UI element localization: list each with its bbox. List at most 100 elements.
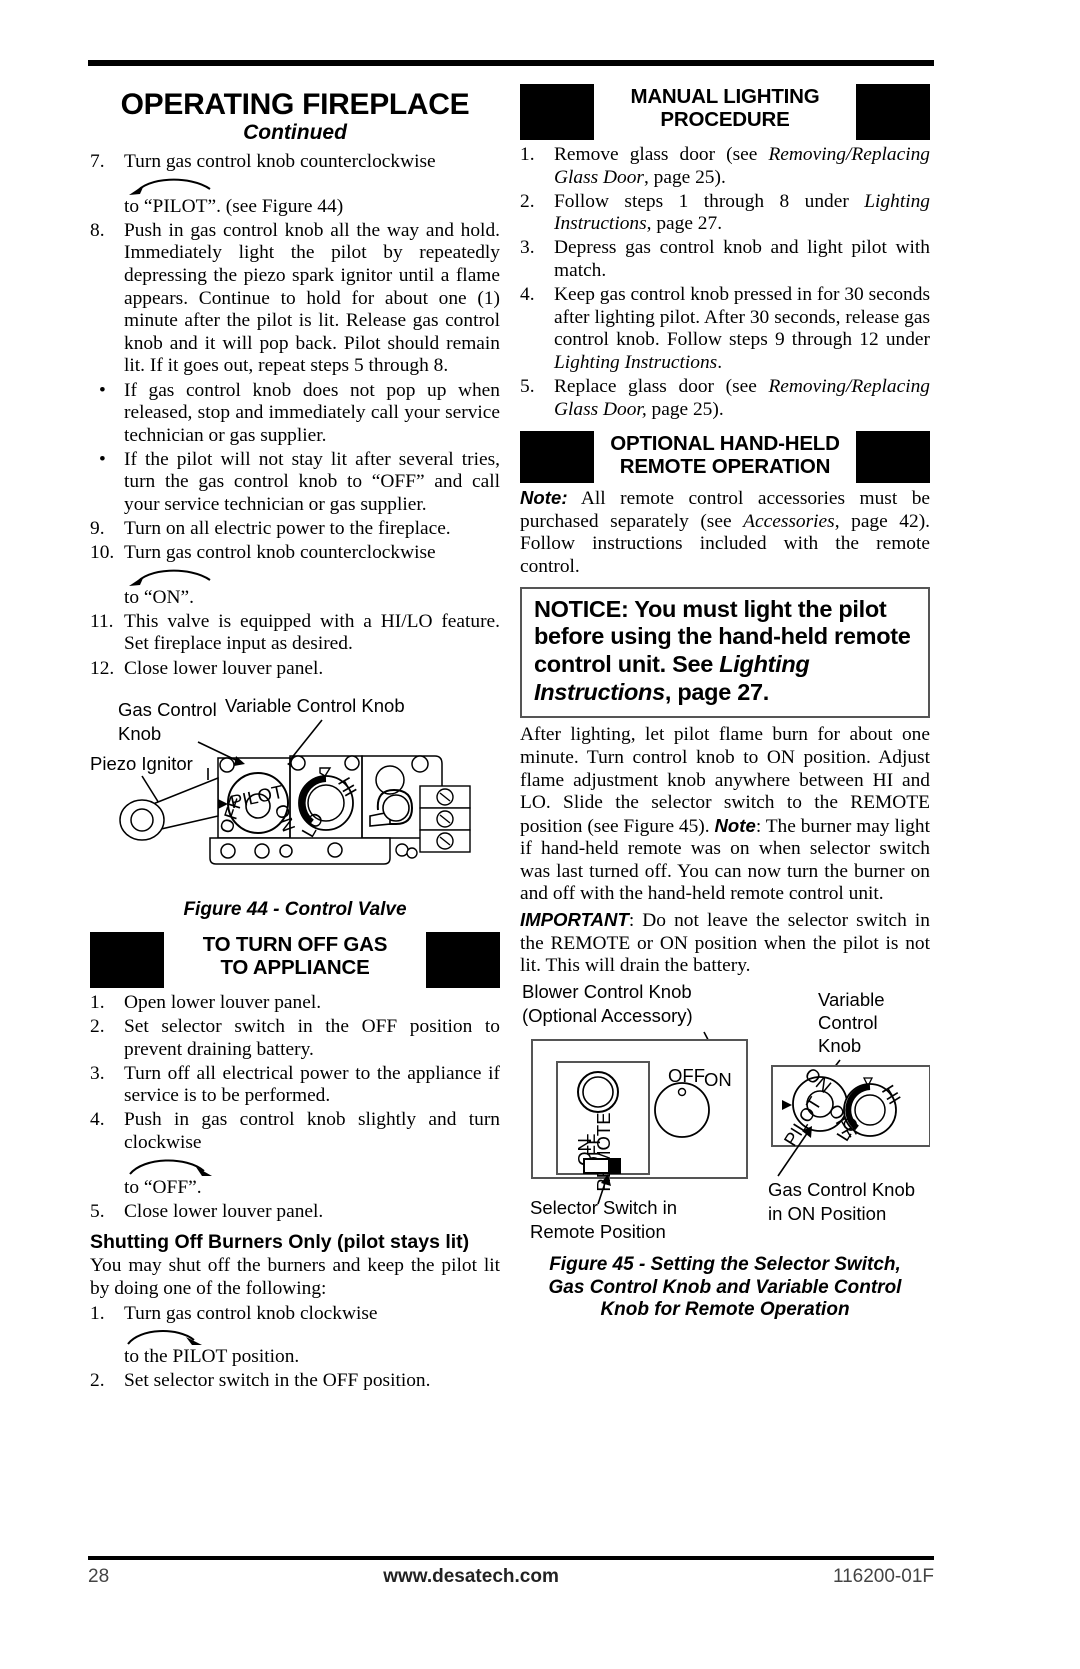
figure44-piezo-ignitor-label: Piezo Ignitor [90, 753, 193, 774]
list-text: Turn gas control knob clockwise to the P… [124, 1303, 500, 1368]
list-item: 2. Set selector switch in the OFF positi… [90, 1016, 500, 1061]
page-title: OPERATING FIREPLACE [120, 88, 470, 121]
list-number: 8. [90, 219, 105, 241]
list-number: 10. [90, 542, 115, 564]
list-text: Close lower louver panel. [124, 1200, 324, 1222]
list-item: 1. Remove glass door (see Removing/Repla… [520, 144, 930, 189]
turn-off-heading-line1: TO TURN OFF GAS [202, 932, 388, 956]
list-item: 9. Turn on all electric power to the fir… [90, 518, 500, 541]
figure44-gas-control-knob-label2: Knob [118, 723, 161, 744]
figure-45-caption: Figure 45 - Setting the Selector Switch,… [520, 1254, 930, 1322]
remote-heading-line2: REMOTE OPERATION [619, 455, 831, 479]
list-text: Close lower louver panel. [124, 657, 324, 679]
list-item: 2. Follow steps 1 through 8 under Lighti… [520, 191, 930, 236]
manual-lighting-heading-line2: PROCEDURE [660, 108, 790, 132]
step-text-plain: page 25). [646, 398, 724, 420]
figure45-caption-line1: Figure 45 - Setting the Selector Switch, [549, 1253, 901, 1275]
list-item: 4. Push in gas control knob slightly and… [90, 1109, 500, 1199]
list-item: 2. Set selector switch in the OFF positi… [90, 1370, 500, 1393]
list-text: Keep gas control knob pressed in for 30 … [554, 284, 930, 374]
manual-lighting-steps: 1. Remove glass door (see Removing/Repla… [520, 144, 930, 421]
section-header-remote-operation: OPTIONAL HAND-HELD REMOTE OPERATION [520, 431, 930, 484]
shutting-off-steps: 1. Turn gas control knob clockwise to th… [90, 1303, 500, 1392]
page-subtitle: Continued [243, 121, 347, 145]
shutting-off-intro: You may shut off the burners and keep th… [90, 1255, 500, 1299]
header-black-block-left [520, 84, 594, 140]
top-rule [88, 60, 934, 66]
figure45-variable-label-line2: Control [818, 1012, 878, 1033]
remote-setting-diagram: Blower Control Knob (Optional Accessory)… [522, 982, 930, 1242]
list-item: • If the pilot will not stay lit after s… [90, 449, 500, 517]
figure45-variable-label-line3: Knob [818, 1035, 861, 1056]
step-text-plain: Follow steps 1 through 8 under [554, 190, 865, 212]
list-item: 5. Replace glass door (see Removing/Repl… [520, 376, 930, 421]
step-text-plain: Keep gas control knob pressed in for 30 … [554, 284, 930, 351]
list-number: 3. [90, 1062, 105, 1084]
list-text: Push in gas control knob all the way and… [124, 219, 500, 377]
page-footer: 28 www.desatech.com 116200-01F [88, 1566, 934, 1588]
list-item: 1. Open lower louver panel. [90, 992, 500, 1015]
list-text: If the pilot will not stay lit after sev… [124, 448, 500, 515]
footer-page-number: 28 [88, 1566, 110, 1587]
shutoff-step1-before: Turn gas control knob clockwise [124, 1303, 378, 1325]
note-label: Note: [520, 487, 568, 509]
list-text: Set selector switch in the OFF position. [124, 1370, 431, 1392]
list-number: 1. [90, 991, 105, 1013]
notice-text-plain: , page 27. [664, 679, 769, 706]
operating-steps-list: 7. Turn gas control knob counterclockwis… [90, 151, 500, 680]
shutting-off-burners-heading: Shutting Off Burners Only (pilot stays l… [90, 1231, 470, 1254]
list-item: • If gas control knob does not pop up wh… [90, 380, 500, 448]
header-black-block-right [856, 431, 930, 484]
clockwise-arrow-icon [129, 1159, 212, 1176]
figure45-caption-line2: Gas Control Knob and Variable Control [548, 1276, 902, 1298]
list-number: 3. [520, 237, 535, 259]
list-text: Open lower louver panel. [124, 991, 322, 1013]
step7-text-before: Turn gas control knob counterclockwise [124, 151, 436, 173]
body-note-label: Note [714, 814, 756, 836]
header-black-block-left [90, 931, 164, 988]
header-black-block-left [520, 431, 594, 484]
counterclockwise-arrow-icon [129, 569, 211, 586]
list-number: 5. [520, 375, 535, 397]
note-text-italic: Accessories [743, 510, 835, 532]
section-header-turn-off-gas: TO TURN OFF GAS TO APPLIANCE [90, 931, 500, 988]
list-text: Depress gas control knob and light pilot… [554, 237, 930, 281]
step-text-plain: Remove glass door (see [554, 144, 769, 165]
turn-off-gas-steps: 1. Open lower louver panel. 2. Set selec… [90, 992, 500, 1223]
left-column: OPERATING FIREPLACE Continued 7. Turn ga… [90, 80, 500, 1394]
list-item: 8. Push in gas control knob all the way … [90, 220, 500, 378]
footer-website: www.desatech.com [383, 1566, 559, 1587]
figure45-selector-label-line1: Selector Switch in [530, 1197, 677, 1218]
notice-box: NOTICE: You must light the pilot before … [520, 586, 930, 719]
list-text: This valve is equipped with a HI/LO feat… [124, 610, 500, 655]
list-item: 11. This valve is equipped with a HI/LO … [90, 611, 500, 656]
counterclockwise-arrow-icon [129, 178, 211, 195]
footer-rule [88, 1556, 934, 1560]
step10-text-after: to “ON”. [124, 586, 194, 608]
figure44-variable-control-knob-label: Variable Control Knob [225, 698, 405, 716]
list-number: 2. [520, 190, 535, 212]
step7-text-after: to “PILOT”. (see Figure 44) [124, 195, 344, 217]
list-text: If gas control knob does not pop up when… [124, 379, 500, 446]
figure44-gas-control-knob-label: Gas Control [118, 699, 217, 720]
list-text: Turn gas control knob counterclockwise t… [124, 542, 500, 609]
header-black-block-right [856, 84, 930, 140]
step-text-plain: , page 27. [646, 213, 723, 235]
step4-text-after: to “OFF”. [124, 1176, 202, 1198]
list-item: 7. Turn gas control knob counterclockwis… [90, 151, 500, 218]
list-item: 3. Turn off all electrical power to the … [90, 1063, 500, 1108]
bullet-icon: • [99, 379, 106, 401]
list-number: 11. [90, 610, 114, 632]
list-number: 4. [90, 1109, 105, 1131]
step10-text-before: Turn gas control knob counterclockwise [124, 542, 436, 564]
list-number: 7. [90, 151, 105, 173]
figure-44-caption: Figure 44 - Control Valve [183, 899, 407, 921]
figure45-blower-label-line2: (Optional Accessory) [522, 1005, 693, 1026]
step-text-italic: Lighting Instructions [554, 351, 718, 373]
figure-44: Gas Control Knob Variable Control Knob P… [90, 698, 500, 893]
figure45-blower-on-mark: ON [704, 1069, 732, 1090]
figure45-selector-label-line2: Remote Position [530, 1221, 666, 1242]
list-item: 3. Depress gas control knob and light pi… [520, 237, 930, 282]
list-item: 4. Keep gas control knob pressed in for … [520, 284, 930, 374]
remote-note-paragraph: Note: All remote control accessories mus… [520, 487, 930, 578]
